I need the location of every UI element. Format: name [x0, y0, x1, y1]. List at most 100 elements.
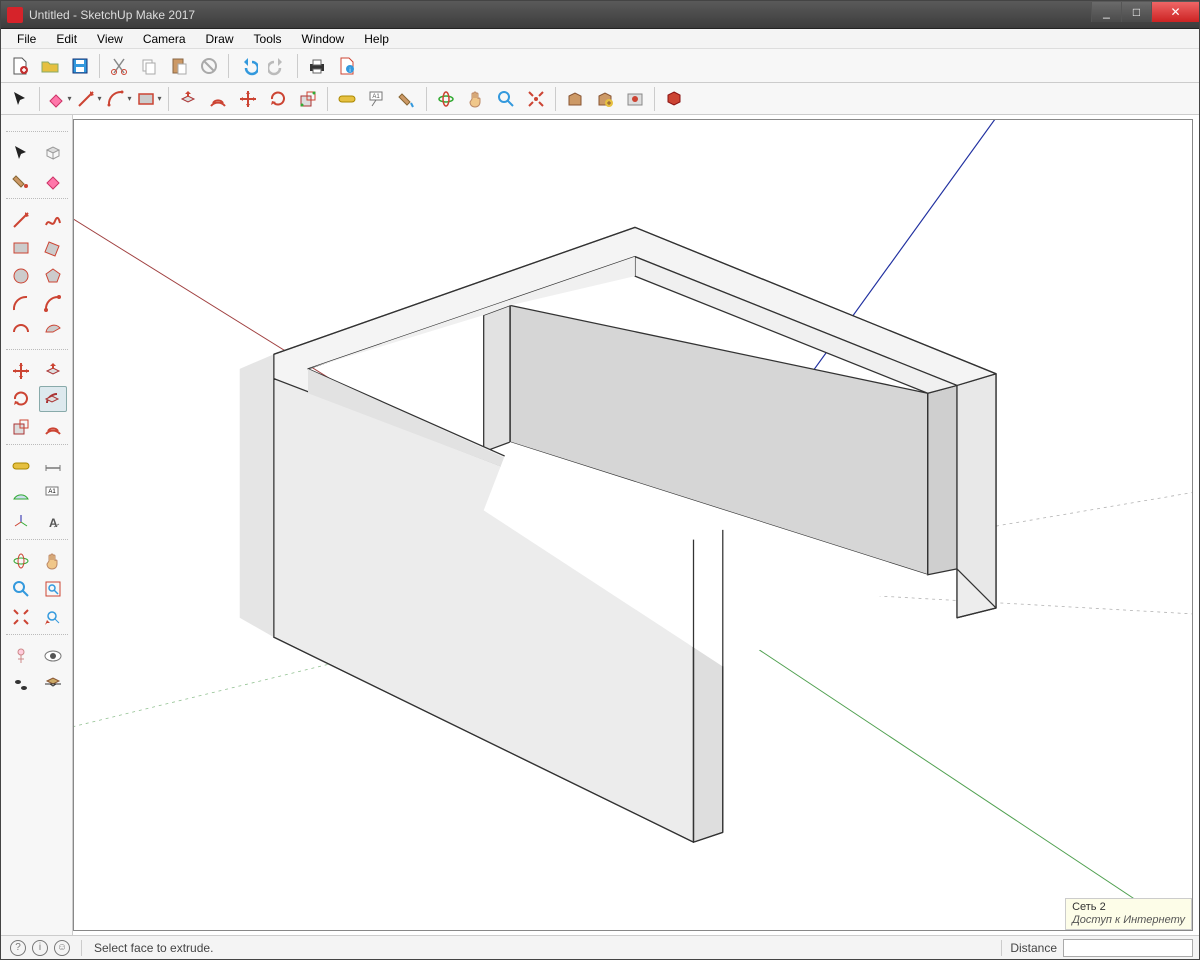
look-around-icon[interactable]	[39, 643, 67, 669]
circle-icon[interactable]	[7, 263, 35, 289]
menu-window[interactable]: Window	[292, 30, 355, 48]
menu-edit[interactable]: Edit	[46, 30, 87, 48]
close-button[interactable]: ✕	[1151, 2, 1199, 22]
help-icon[interactable]: ?	[10, 940, 26, 956]
model-info-button[interactable]: i	[333, 52, 361, 80]
scene-canvas	[74, 120, 1192, 930]
open-button[interactable]	[36, 52, 64, 80]
paste-button[interactable]	[165, 52, 193, 80]
minimize-button[interactable]: _	[1091, 2, 1121, 22]
warehouse-button[interactable]	[561, 85, 589, 113]
eraser-tool[interactable]	[45, 85, 73, 113]
zoom-extents-tool[interactable]	[522, 85, 550, 113]
line-tool[interactable]	[75, 85, 103, 113]
separator	[654, 87, 655, 111]
followme-icon[interactable]	[39, 386, 67, 412]
network-subtitle: Доступ к Интернету	[1072, 914, 1185, 927]
save-button[interactable]	[66, 52, 94, 80]
move-icon[interactable]	[7, 358, 35, 384]
zoom-icon[interactable]	[7, 576, 35, 602]
menu-view[interactable]: View	[87, 30, 133, 48]
paint-bucket-icon[interactable]	[7, 168, 35, 194]
divider	[6, 539, 68, 540]
menu-file[interactable]: File	[7, 30, 46, 48]
component-tool-icon[interactable]	[39, 140, 67, 166]
divider	[6, 198, 68, 199]
text-icon[interactable]: A1	[39, 481, 67, 507]
zoom-tool[interactable]	[492, 85, 520, 113]
text-tool[interactable]: A1	[363, 85, 391, 113]
user-icon[interactable]: ☺	[54, 940, 70, 956]
statusbar: ? i ☺ Select face to extrude. Distance	[1, 935, 1199, 959]
previous-view-icon[interactable]	[39, 604, 67, 630]
menu-draw[interactable]: Draw	[196, 30, 244, 48]
menu-tools[interactable]: Tools	[244, 30, 292, 48]
rotated-rect-icon[interactable]	[39, 235, 67, 261]
pushpull-icon[interactable]	[39, 358, 67, 384]
axes-icon[interactable]	[7, 509, 35, 535]
undo-button[interactable]	[234, 52, 262, 80]
separator	[327, 87, 328, 111]
rectangle-tool[interactable]	[135, 85, 163, 113]
separator	[81, 940, 82, 956]
arc-icon[interactable]	[7, 291, 35, 317]
extension-manager-button[interactable]	[660, 85, 688, 113]
polygon-icon[interactable]	[39, 263, 67, 289]
cut-button[interactable]	[105, 52, 133, 80]
separator	[297, 54, 298, 78]
scale-icon[interactable]	[7, 414, 35, 440]
menu-help[interactable]: Help	[354, 30, 399, 48]
separator	[99, 54, 100, 78]
pie-icon[interactable]	[39, 319, 67, 345]
separator	[39, 87, 40, 111]
select-tool-icon[interactable]	[7, 140, 35, 166]
arc-tool[interactable]	[105, 85, 133, 113]
scale-tool[interactable]	[294, 85, 322, 113]
info-icon[interactable]: i	[32, 940, 48, 956]
rectangle-icon[interactable]	[7, 235, 35, 261]
zoom-extents-icon[interactable]	[7, 604, 35, 630]
extension-warehouse-button[interactable]	[621, 85, 649, 113]
rotate-tool[interactable]	[264, 85, 292, 113]
tape-icon[interactable]	[7, 453, 35, 479]
tape-tool[interactable]	[333, 85, 361, 113]
divider	[6, 634, 68, 635]
menu-camera[interactable]: Camera	[133, 30, 196, 48]
copy-button[interactable]	[135, 52, 163, 80]
pan-icon[interactable]	[39, 548, 67, 574]
3pt-arc-icon[interactable]	[7, 319, 35, 345]
warehouse-upload-button[interactable]	[591, 85, 619, 113]
zoom-window-icon[interactable]	[39, 576, 67, 602]
network-title: Сеть 2	[1072, 901, 1185, 914]
freehand-icon[interactable]	[39, 207, 67, 233]
select-tool[interactable]	[6, 85, 34, 113]
divider	[6, 131, 68, 132]
measurement-input[interactable]	[1063, 939, 1193, 957]
maximize-button[interactable]: □	[1121, 2, 1151, 22]
offset-tool[interactable]	[204, 85, 232, 113]
section-icon[interactable]	[39, 671, 67, 697]
3dtext-icon[interactable]: A	[39, 509, 67, 535]
pan-tool[interactable]	[462, 85, 490, 113]
dimension-icon[interactable]	[39, 453, 67, 479]
rotate-icon[interactable]	[7, 386, 35, 412]
2pt-arc-icon[interactable]	[39, 291, 67, 317]
paint-tool[interactable]	[393, 85, 421, 113]
svg-text:i: i	[349, 68, 350, 74]
3d-viewport[interactable]: Сеть 2 Доступ к Интернету	[73, 119, 1193, 931]
pencil-icon[interactable]	[7, 207, 35, 233]
pushpull-tool[interactable]	[174, 85, 202, 113]
orbit-icon[interactable]	[7, 548, 35, 574]
large-toolset: A1	[1, 83, 1199, 115]
new-button[interactable]	[6, 52, 34, 80]
offset-icon[interactable]	[39, 414, 67, 440]
eraser-icon[interactable]	[39, 168, 67, 194]
walk-icon[interactable]	[7, 671, 35, 697]
delete-button[interactable]	[195, 52, 223, 80]
position-camera-icon[interactable]	[7, 643, 35, 669]
move-tool[interactable]	[234, 85, 262, 113]
protractor-icon[interactable]	[7, 481, 35, 507]
print-button[interactable]	[303, 52, 331, 80]
redo-button[interactable]	[264, 52, 292, 80]
orbit-tool[interactable]	[432, 85, 460, 113]
